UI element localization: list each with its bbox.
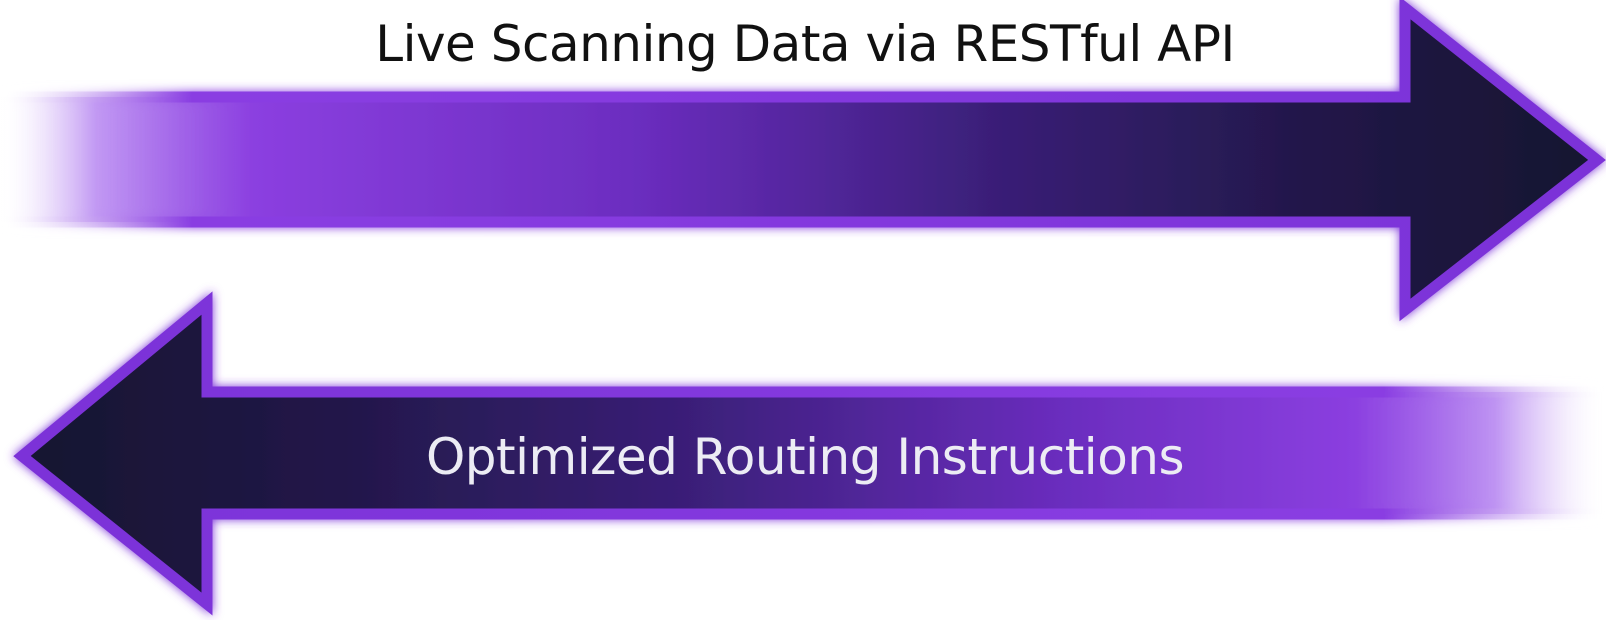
arrow-return-label: Optimized Routing Instructions: [426, 428, 1184, 486]
data-flow-diagram: Live Scanning Data via RESTful API Optim…: [0, 0, 1606, 616]
arrow-forward: Live Scanning Data via RESTful API: [0, 0, 1606, 322]
arrow-forward-label: Live Scanning Data via RESTful API: [375, 15, 1235, 73]
arrow-return: Optimized Routing Instructions: [13, 291, 1606, 616]
